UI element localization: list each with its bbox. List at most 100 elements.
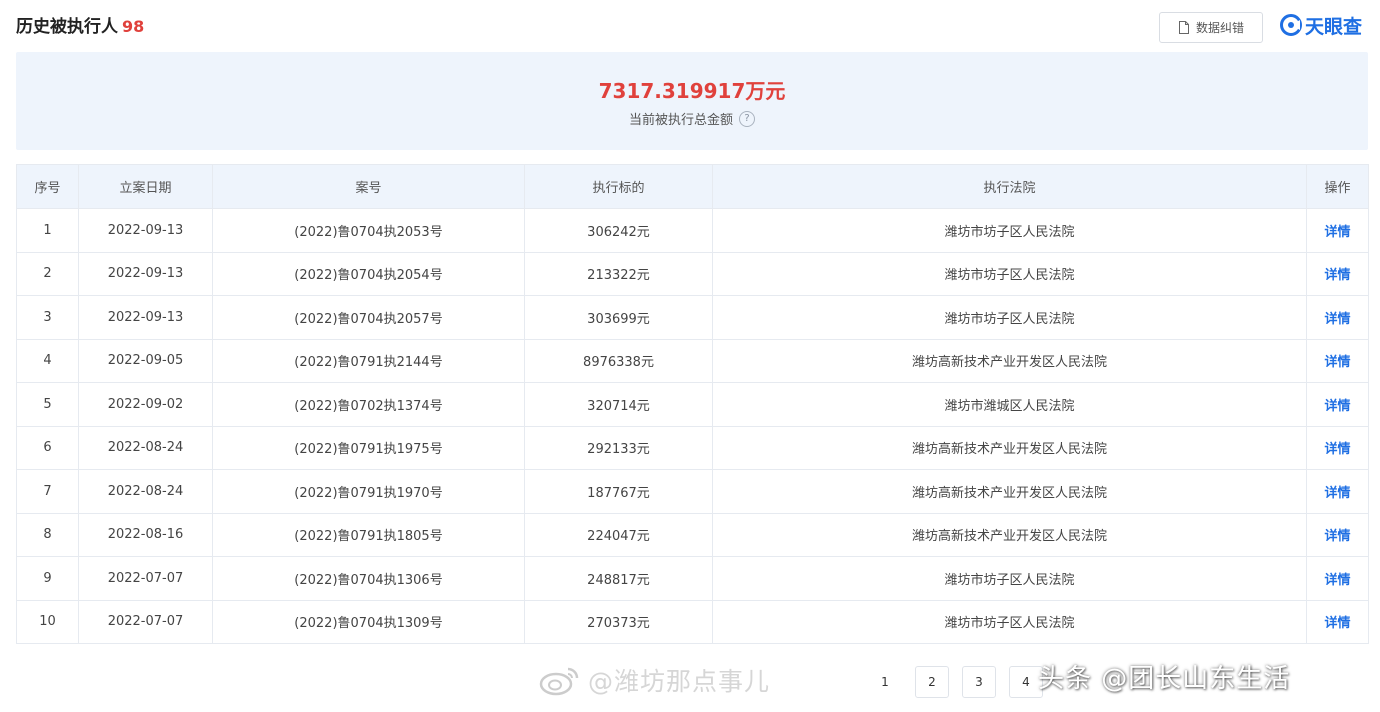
row-court: 潍坊高新技术产业开发区人民法院: [712, 338, 1307, 383]
history-executed-table: 序号 立案日期 案号 执行标的 执行法院 操作 1 2022-09-13 (20…: [16, 164, 1369, 644]
table-row: 6 2022-08-24 (2022)鲁0791执1975号 292133元 潍…: [16, 425, 1369, 470]
row-detail-cell: 详情: [1306, 469, 1369, 514]
data-correction-label: 数据纠错: [1195, 21, 1244, 35]
table-row: 3 2022-09-13 (2022)鲁0704执2057号 303699元 潍…: [16, 295, 1369, 340]
page-title-text: 历史被执行人: [16, 17, 118, 37]
row-amount: 248817元: [524, 556, 713, 601]
page-title: 历史被执行人 98: [16, 12, 144, 37]
table-row: 8 2022-08-16 (2022)鲁0791执1805号 224047元 潍…: [16, 512, 1369, 557]
row-date: 2022-09-13: [78, 295, 213, 340]
detail-link[interactable]: 详情: [1324, 616, 1350, 631]
table-row: 10 2022-07-07 (2022)鲁0704执1309号 270373元 …: [16, 599, 1369, 644]
detail-link[interactable]: 详情: [1324, 573, 1350, 588]
row-amount: 270373元: [524, 599, 713, 644]
row-court: 潍坊市坊子区人民法院: [712, 556, 1307, 601]
row-case-number: (2022)鲁0791执1975号: [212, 425, 525, 470]
summary-panel: 7317.319917万元 当前被执行总金额 ?: [16, 52, 1368, 150]
column-header-action: 操作: [1306, 164, 1369, 209]
row-date: 2022-08-24: [78, 469, 213, 514]
table-header-row: 序号 立案日期 案号 执行标的 执行法院 操作: [16, 164, 1369, 209]
table-row: 4 2022-09-05 (2022)鲁0791执2144号 8976338元 …: [16, 338, 1369, 383]
weibo-watermark-text: @潍坊那点事儿: [588, 667, 771, 696]
row-detail-cell: 详情: [1306, 251, 1369, 296]
row-detail-cell: 详情: [1306, 295, 1369, 340]
row-detail-cell: 详情: [1306, 208, 1369, 253]
record-count: 98: [122, 17, 145, 36]
page-2-button[interactable]: 2: [915, 666, 949, 698]
tianyancha-logo-icon: [1280, 14, 1302, 36]
row-case-number: (2022)鲁0704执2053号: [212, 208, 525, 253]
detail-link[interactable]: 详情: [1324, 442, 1350, 457]
weibo-watermark: @潍坊那点事儿: [538, 662, 770, 698]
table-row: 2 2022-09-13 (2022)鲁0704执2054号 213322元 潍…: [16, 251, 1369, 296]
row-detail-cell: 详情: [1306, 425, 1369, 470]
column-header-amount: 执行标的: [524, 164, 713, 209]
row-amount: 224047元: [524, 512, 713, 557]
row-court: 潍坊高新技术产业开发区人民法院: [712, 469, 1307, 514]
row-date: 2022-07-07: [78, 599, 213, 644]
total-amount: 7317.319917万元: [598, 79, 786, 103]
table-row: 5 2022-09-02 (2022)鲁0702执1374号 320714元 潍…: [16, 382, 1369, 427]
detail-link[interactable]: 详情: [1324, 355, 1350, 370]
row-court: 潍坊市坊子区人民法院: [712, 251, 1307, 296]
row-index: 5: [16, 382, 79, 427]
row-case-number: (2022)鲁0704执1309号: [212, 599, 525, 644]
detail-link[interactable]: 详情: [1324, 399, 1350, 414]
row-case-number: (2022)鲁0702执1374号: [212, 382, 525, 427]
logo-text: 天眼查: [1305, 15, 1363, 38]
row-index: 1: [16, 208, 79, 253]
page-3-button[interactable]: 3: [962, 666, 996, 698]
row-court: 潍坊市坊子区人民法院: [712, 599, 1307, 644]
row-detail-cell: 详情: [1306, 512, 1369, 557]
total-amount-label: 当前被执行总金额: [628, 113, 733, 128]
row-index: 8: [16, 512, 79, 557]
row-amount: 320714元: [524, 382, 713, 427]
row-index: 9: [16, 556, 79, 601]
row-case-number: (2022)鲁0791执1805号: [212, 512, 525, 557]
detail-link[interactable]: 详情: [1324, 529, 1350, 544]
row-index: 2: [16, 251, 79, 296]
table-row: 1 2022-09-13 (2022)鲁0704执2053号 306242元 潍…: [16, 208, 1369, 253]
row-index: 6: [16, 425, 79, 470]
table-row: 7 2022-08-24 (2022)鲁0791执1970号 187767元 潍…: [16, 469, 1369, 514]
row-detail-cell: 详情: [1306, 338, 1369, 383]
row-date: 2022-09-02: [78, 382, 213, 427]
row-index: 3: [16, 295, 79, 340]
row-case-number: (2022)鲁0704执2054号: [212, 251, 525, 296]
row-court: 潍坊市坊子区人民法院: [712, 208, 1307, 253]
row-date: 2022-08-16: [78, 512, 213, 557]
row-date: 2022-07-07: [78, 556, 213, 601]
total-amount-caption: 当前被执行总金额 ?: [16, 109, 1368, 128]
row-court: 潍坊高新技术产业开发区人民法院: [712, 512, 1307, 557]
column-header-index: 序号: [16, 164, 79, 209]
row-amount: 306242元: [524, 208, 713, 253]
detail-link[interactable]: 详情: [1324, 225, 1350, 240]
weibo-icon: [539, 667, 579, 696]
row-detail-cell: 详情: [1306, 599, 1369, 644]
row-case-number: (2022)鲁0791执2144号: [212, 338, 525, 383]
detail-link[interactable]: 详情: [1324, 268, 1350, 283]
row-index: 7: [16, 469, 79, 514]
row-amount: 8976338元: [524, 338, 713, 383]
help-icon[interactable]: ?: [739, 110, 755, 127]
column-header-case: 案号: [212, 164, 525, 209]
row-case-number: (2022)鲁0704执2057号: [212, 295, 525, 340]
column-header-date: 立案日期: [78, 164, 213, 209]
row-detail-cell: 详情: [1306, 556, 1369, 601]
detail-link[interactable]: 详情: [1324, 312, 1350, 327]
row-amount: 187767元: [524, 469, 713, 514]
row-case-number: (2022)鲁0704执1306号: [212, 556, 525, 601]
data-correction-button[interactable]: 数据纠错: [1159, 12, 1263, 43]
row-amount: 213322元: [524, 251, 713, 296]
row-court: 潍坊市潍城区人民法院: [712, 382, 1307, 427]
page-1-button[interactable]: 1: [868, 666, 902, 698]
row-case-number: (2022)鲁0791执1970号: [212, 469, 525, 514]
detail-link[interactable]: 详情: [1324, 486, 1350, 501]
row-date: 2022-08-24: [78, 425, 213, 470]
row-index: 4: [16, 338, 79, 383]
pagination: 1 2 3 4: [868, 666, 1043, 698]
table-row: 9 2022-07-07 (2022)鲁0704执1306号 248817元 潍…: [16, 556, 1369, 601]
row-date: 2022-09-13: [78, 208, 213, 253]
document-icon: [1178, 21, 1189, 34]
tianyancha-logo[interactable]: 天眼查: [1280, 12, 1362, 38]
